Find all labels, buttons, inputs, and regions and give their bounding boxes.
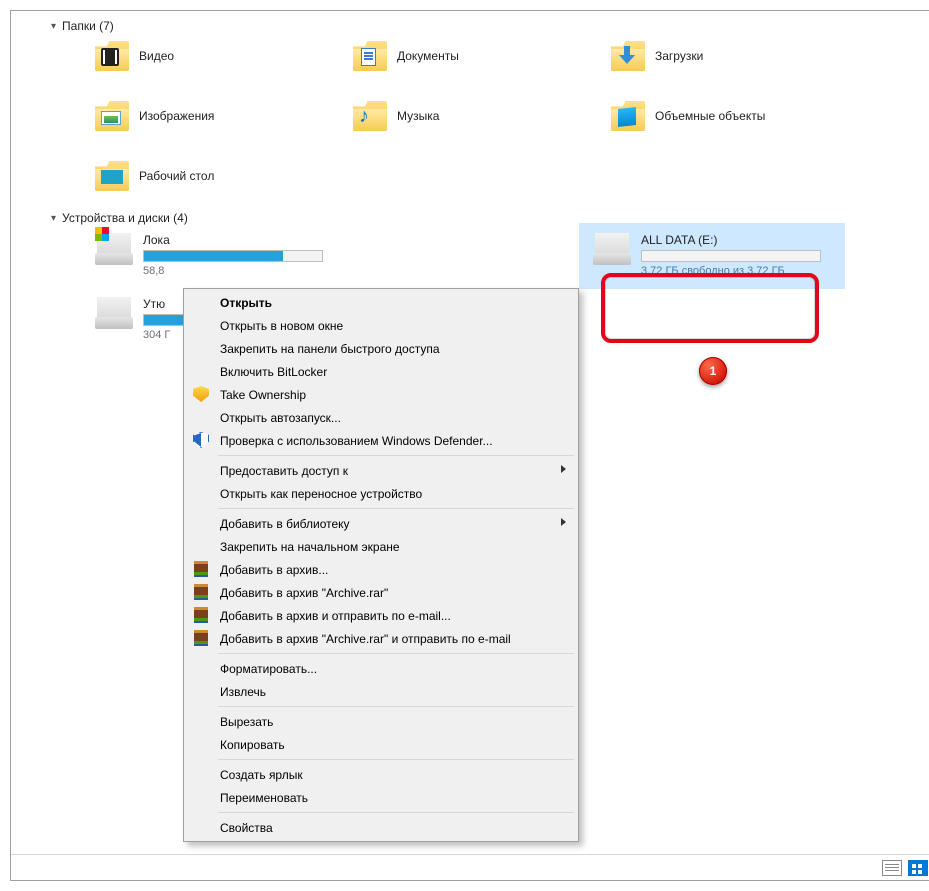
ctx-enable-bitlocker[interactable]: Включить BitLocker bbox=[186, 360, 576, 383]
ctx-open-new-window[interactable]: Открыть в новом окне bbox=[186, 314, 576, 337]
folder-images[interactable]: Изображения bbox=[95, 101, 353, 131]
folders-section-title: Папки (7) bbox=[62, 19, 114, 33]
drive-local-c[interactable]: Лока 58,8 bbox=[95, 233, 353, 277]
ctx-take-ownership[interactable]: Take Ownership bbox=[186, 383, 576, 406]
folder-icon bbox=[353, 41, 387, 71]
ctx-share-access[interactable]: Предоставить доступ к bbox=[186, 459, 576, 482]
folder-icon: ♪ bbox=[353, 101, 387, 131]
folder-video[interactable]: Видео bbox=[95, 41, 353, 71]
ctx-open-autoplay[interactable]: Открыть автозапуск... bbox=[186, 406, 576, 429]
drive-context-menu: Открыть Открыть в новом окне Закрепить н… bbox=[183, 288, 579, 842]
winrar-icon bbox=[193, 630, 209, 646]
drive-space-bar bbox=[641, 250, 821, 262]
separator bbox=[218, 653, 574, 654]
ctx-pin-quick-access[interactable]: Закрепить на панели быстрого доступа bbox=[186, 337, 576, 360]
ctx-scan-defender[interactable]: Проверка с использованием Windows Defend… bbox=[186, 429, 576, 452]
drive-info: ALL DATA (E:) 3,72 ГБ свободно из 3,72 Г… bbox=[641, 233, 831, 277]
drive-icon bbox=[95, 233, 133, 265]
separator bbox=[218, 508, 574, 509]
ctx-open-portable[interactable]: Открыть как переносное устройство bbox=[186, 482, 576, 505]
ctx-add-to-library[interactable]: Добавить в библиотеку bbox=[186, 512, 576, 535]
drive-name: Лока bbox=[143, 233, 333, 247]
defender-shield-icon bbox=[193, 432, 209, 448]
ctx-copy[interactable]: Копировать bbox=[186, 733, 576, 756]
folder-label: Рабочий стол bbox=[139, 169, 214, 183]
folder-label: Изображения bbox=[139, 109, 214, 123]
submenu-arrow-icon bbox=[561, 465, 566, 473]
folder-label: Объемные объекты bbox=[655, 109, 765, 123]
chevron-down-icon: ▾ bbox=[51, 21, 56, 32]
folder-desktop[interactable]: Рабочий стол bbox=[95, 161, 353, 191]
ctx-cut[interactable]: Вырезать bbox=[186, 710, 576, 733]
shield-icon bbox=[193, 386, 209, 402]
ctx-rar-email[interactable]: Добавить в архив и отправить по e-mail..… bbox=[186, 604, 576, 627]
separator bbox=[218, 455, 574, 456]
chevron-down-icon: ▾ bbox=[51, 213, 56, 224]
folder-documents[interactable]: Документы bbox=[353, 41, 611, 71]
explorer-window: ▾ Папки (7) Видео Документы Загрузки Изо… bbox=[10, 10, 929, 881]
drive-name: ALL DATA (E:) bbox=[641, 233, 831, 247]
folder-icon bbox=[611, 41, 645, 71]
winrar-icon bbox=[193, 607, 209, 623]
folder-icon bbox=[95, 101, 129, 131]
status-bar bbox=[11, 854, 929, 880]
folder-label: Загрузки bbox=[655, 49, 703, 63]
folder-downloads[interactable]: Загрузки bbox=[611, 41, 869, 71]
ctx-eject[interactable]: Извлечь bbox=[186, 680, 576, 703]
winrar-icon bbox=[193, 561, 209, 577]
drive-space-bar bbox=[143, 250, 323, 262]
submenu-arrow-icon bbox=[561, 518, 566, 526]
ctx-create-shortcut[interactable]: Создать ярлык bbox=[186, 763, 576, 786]
view-large-icons-button[interactable] bbox=[908, 860, 928, 876]
folder-icon bbox=[611, 101, 645, 131]
folder-icon bbox=[95, 41, 129, 71]
ctx-open[interactable]: Открыть bbox=[186, 291, 576, 314]
drive-free-text: 58,8 bbox=[143, 265, 333, 277]
separator bbox=[218, 759, 574, 760]
view-details-button[interactable] bbox=[882, 860, 902, 876]
ctx-pin-start[interactable]: Закрепить на начальном экране bbox=[186, 535, 576, 558]
drive-e-selected[interactable]: ALL DATA (E:) 3,72 ГБ свободно из 3,72 Г… bbox=[579, 223, 845, 289]
folder-label: Музыка bbox=[397, 109, 439, 123]
drive-icon bbox=[593, 233, 631, 265]
ctx-rar-add-named[interactable]: Добавить в архив "Archive.rar" bbox=[186, 581, 576, 604]
ctx-format[interactable]: Форматировать... bbox=[186, 657, 576, 680]
annotation-badge-1: 1 bbox=[699, 357, 727, 385]
folder-icon bbox=[95, 161, 129, 191]
folder-3d-objects[interactable]: Объемные объекты bbox=[611, 101, 869, 131]
folder-label: Документы bbox=[397, 49, 459, 63]
ctx-rename[interactable]: Переименовать bbox=[186, 786, 576, 809]
folders-section-header[interactable]: ▾ Папки (7) bbox=[17, 17, 929, 41]
folder-music[interactable]: ♪ Музыка bbox=[353, 101, 611, 131]
ctx-rar-add[interactable]: Добавить в архив... bbox=[186, 558, 576, 581]
ctx-properties[interactable]: Свойства bbox=[186, 816, 576, 839]
devices-section-title: Устройства и диски (4) bbox=[62, 211, 188, 225]
folders-grid: Видео Документы Загрузки Изображения ♪ М… bbox=[17, 41, 929, 209]
winrar-icon bbox=[193, 584, 209, 600]
drive-icon bbox=[95, 297, 133, 329]
ctx-rar-email-named[interactable]: Добавить в архив "Archive.rar" и отправи… bbox=[186, 627, 576, 650]
folder-label: Видео bbox=[139, 49, 174, 63]
drive-info: Лока 58,8 bbox=[143, 233, 333, 277]
separator bbox=[218, 706, 574, 707]
separator bbox=[218, 812, 574, 813]
drive-free-text: 3,72 ГБ свободно из 3,72 ГБ bbox=[641, 265, 831, 277]
